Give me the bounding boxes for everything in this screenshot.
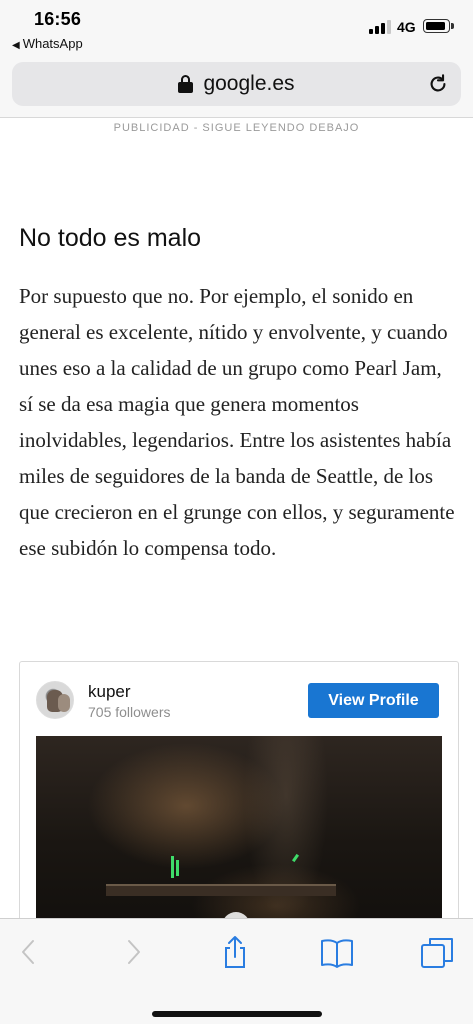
battery-icon — [423, 19, 454, 33]
article-paragraph: Por supuesto que no. Por ejemplo, el son… — [19, 284, 455, 560]
stage-light-icon — [176, 860, 179, 876]
view-profile-button[interactable]: View Profile — [308, 683, 439, 718]
bookmarks-icon[interactable] — [320, 935, 354, 969]
share-icon[interactable] — [218, 935, 252, 969]
browser-address-area: google.es — [0, 52, 473, 118]
avatar[interactable] — [36, 681, 74, 719]
home-indicator[interactable] — [152, 1011, 322, 1017]
stage-image — [106, 884, 336, 896]
back-arrow-icon: ◀ — [12, 40, 20, 51]
advertisement-label: PUBLICIDAD - SIGUE LEYENDO DEBAJO — [113, 122, 360, 134]
network-type: 4G — [397, 19, 416, 35]
embed-followers: 705 followers — [88, 704, 171, 720]
article-heading: No todo es malo — [19, 224, 202, 252]
status-bar: 16:56 ◀ WhatsApp 4G — [0, 0, 473, 52]
address-bar[interactable]: google.es — [12, 62, 461, 106]
embed-username[interactable]: kuper — [88, 682, 131, 702]
status-time: 16:56 — [34, 9, 82, 29]
signal-strength-icon — [369, 20, 391, 34]
stage-light-icon — [171, 856, 174, 878]
reload-icon[interactable] — [427, 73, 449, 95]
stage-light-icon — [291, 853, 300, 863]
browser-toolbar — [0, 918, 473, 1024]
lock-icon — [178, 75, 194, 93]
back-icon[interactable] — [12, 935, 46, 969]
forward-icon[interactable] — [116, 935, 150, 969]
back-app-label: WhatsApp — [22, 36, 83, 51]
tabs-icon[interactable] — [420, 935, 454, 969]
social-embed-card: kuper 705 followers View Profile — [19, 661, 459, 961]
url-domain: google.es — [203, 72, 295, 95]
back-to-app-link[interactable]: ◀ WhatsApp — [12, 36, 83, 51]
